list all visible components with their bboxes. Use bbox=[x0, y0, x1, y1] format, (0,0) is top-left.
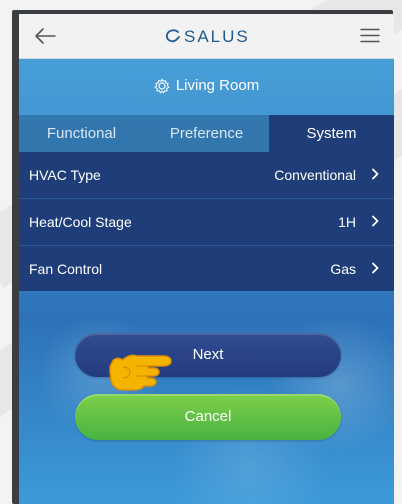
setting-value: Conventional bbox=[274, 167, 356, 183]
gear-icon bbox=[154, 77, 170, 94]
chevron-right-icon bbox=[372, 168, 379, 180]
top-navigation-bar: SALUS bbox=[19, 14, 394, 59]
setting-value: Gas bbox=[330, 261, 356, 277]
room-name: Living Room bbox=[175, 77, 260, 94]
tab-system[interactable]: System bbox=[269, 115, 394, 152]
setting-row-heat-cool-stage[interactable]: Heat/Cool Stage 1H bbox=[19, 199, 394, 246]
setting-row-hvac-type[interactable]: HVAC Type Conventional bbox=[19, 152, 394, 199]
setting-label: Heat/Cool Stage bbox=[29, 214, 132, 230]
setting-value: 1H bbox=[338, 214, 356, 230]
brand-logo: SALUS bbox=[164, 27, 250, 47]
brand-mark-icon bbox=[166, 29, 180, 43]
tab-functional[interactable]: Functional bbox=[19, 115, 144, 152]
room-title: Living Room bbox=[19, 77, 394, 95]
settings-tabs: Functional Preference System bbox=[19, 115, 394, 152]
back-arrow-icon[interactable] bbox=[33, 26, 57, 46]
setting-row-fan-control[interactable]: Fan Control Gas bbox=[19, 246, 394, 291]
system-settings-list: HVAC Type Conventional Heat/Cool Stage 1… bbox=[19, 152, 394, 291]
menu-icon[interactable] bbox=[360, 28, 380, 43]
setting-label: Fan Control bbox=[29, 261, 103, 277]
app-screen: SALUS Living Room Functional Preference … bbox=[19, 14, 394, 504]
setting-label: HVAC Type bbox=[29, 167, 101, 183]
tab-preference[interactable]: Preference bbox=[144, 115, 269, 152]
brand-name: SALUS bbox=[184, 27, 250, 46]
chevron-right-icon bbox=[372, 215, 379, 227]
next-button[interactable]: Next bbox=[75, 333, 341, 377]
cancel-button[interactable]: Cancel bbox=[75, 394, 341, 440]
chevron-right-icon bbox=[372, 262, 379, 274]
